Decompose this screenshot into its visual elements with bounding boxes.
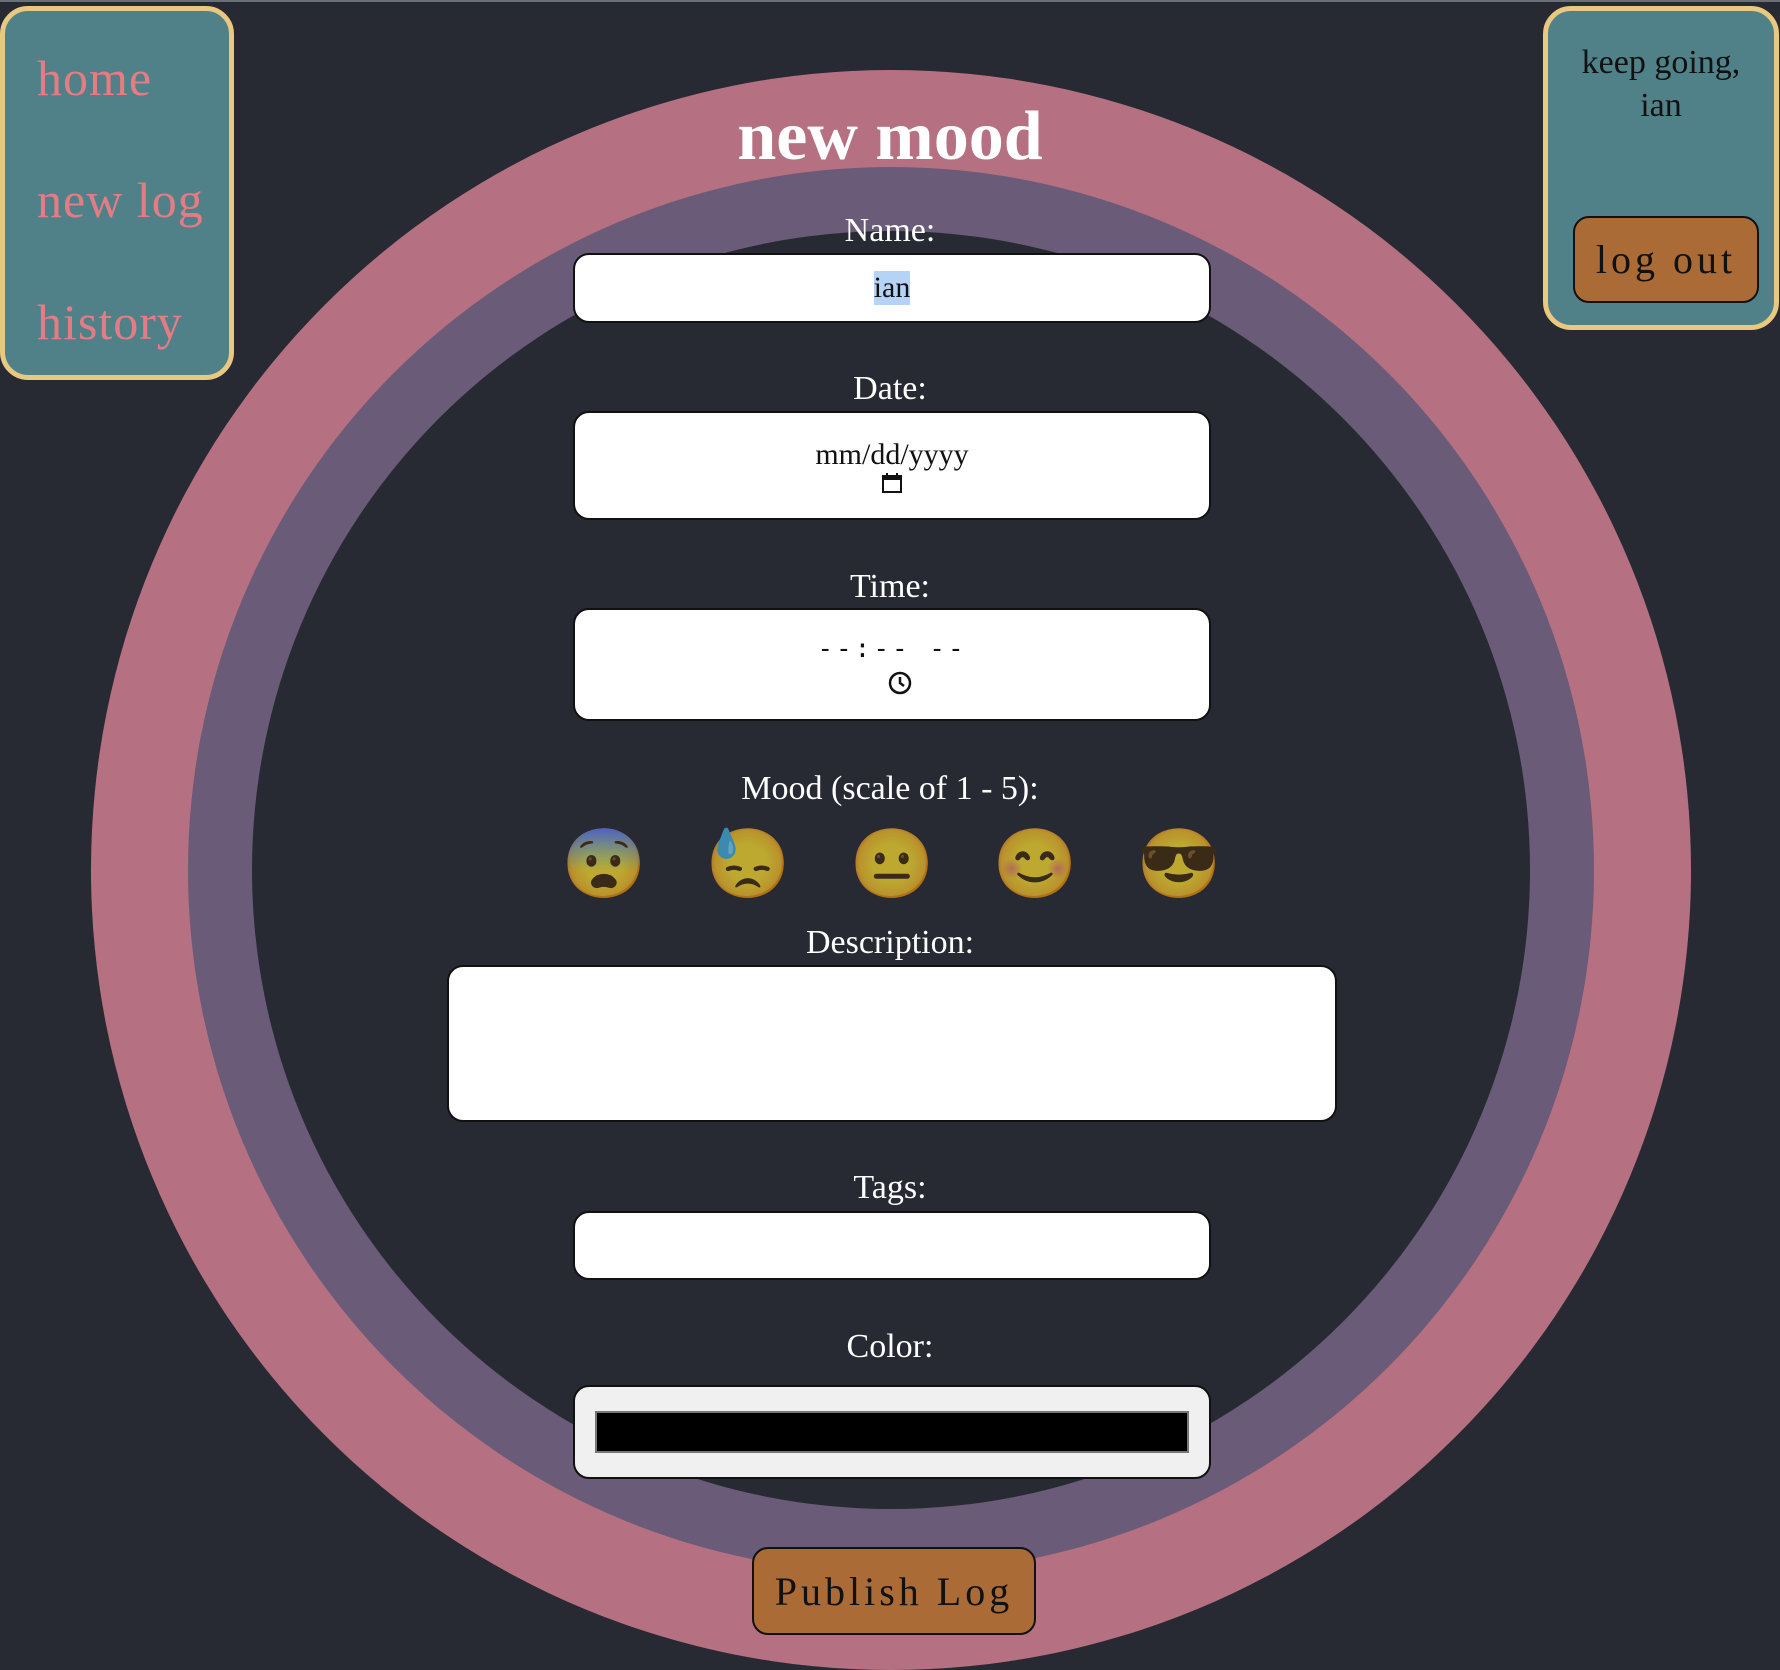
mood-1-fearful-icon[interactable]: 😨 (559, 824, 649, 904)
calendar-icon[interactable] (881, 472, 903, 494)
nav-history-link[interactable]: history (37, 293, 183, 351)
publish-log-button[interactable]: Publish Log (752, 1547, 1036, 1635)
description-textarea[interactable] (447, 965, 1337, 1122)
page-title: new mood (737, 98, 1043, 175)
time-label: Time: (849, 568, 930, 605)
mood-2-downcast-sweat-icon[interactable]: 😓 (703, 824, 793, 904)
mood-label: Mood (scale of 1 - 5): (741, 770, 1039, 807)
description-label: Description: (805, 924, 975, 961)
color-input[interactable] (573, 1385, 1211, 1479)
name-input[interactable]: ian (573, 253, 1211, 323)
mood-5-sunglasses-icon[interactable]: 😎 (1134, 824, 1224, 904)
name-label: Name: (844, 212, 936, 249)
color-label: Color: (846, 1328, 934, 1365)
nav-panel: home new log history (0, 6, 234, 380)
mood-4-smiling-icon[interactable]: 😊 (990, 824, 1080, 904)
color-swatch (595, 1411, 1189, 1453)
time-input[interactable]: --:-- -- (573, 608, 1211, 721)
date-input[interactable]: mm/dd/yyyy (573, 411, 1211, 520)
name-value: ian (873, 271, 911, 305)
tags-input[interactable] (573, 1211, 1211, 1280)
time-placeholder: --:-- -- (817, 633, 967, 664)
date-label: Date: (853, 370, 927, 407)
tags-label: Tags: (853, 1169, 927, 1206)
date-placeholder: mm/dd/yyyy (815, 437, 969, 471)
clock-icon[interactable] (887, 670, 913, 696)
mood-3-neutral-icon[interactable]: 😐 (847, 824, 937, 904)
